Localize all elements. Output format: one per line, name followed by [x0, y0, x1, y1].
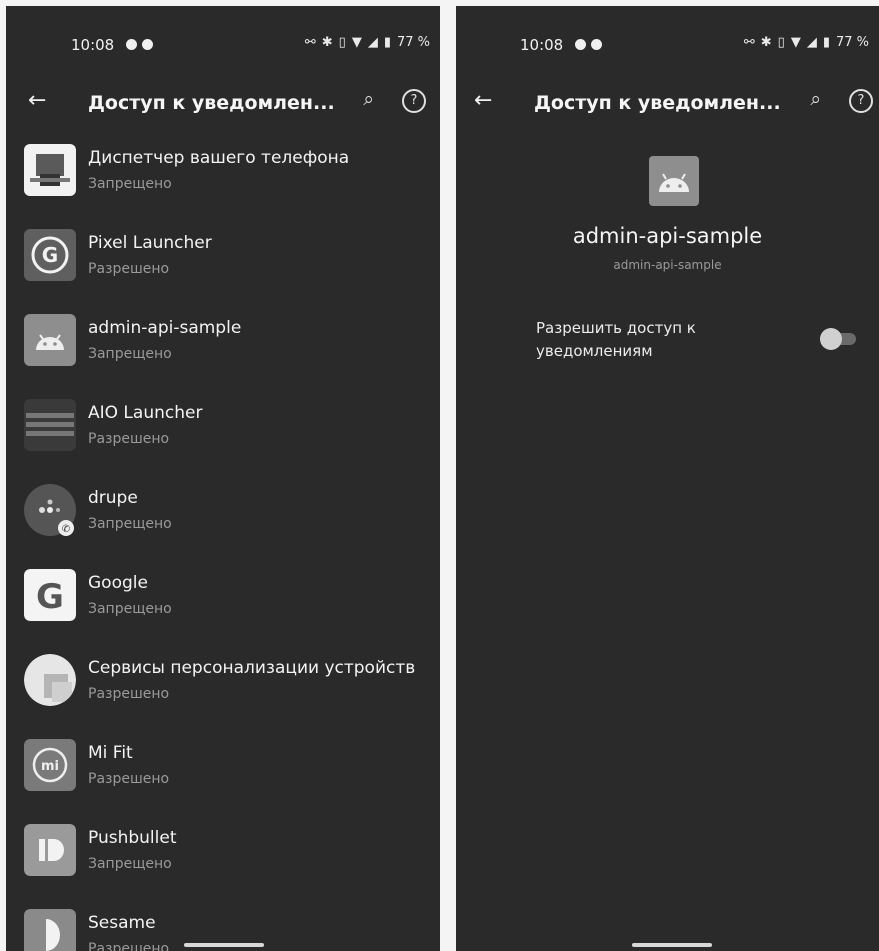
- status-bar: 10:08 ⚯ ✱ ▯ ▼ ◢ ▮ 77 %: [6, 6, 440, 86]
- app-name: Mi Fit: [88, 743, 133, 763]
- personalization-icon: [24, 654, 76, 706]
- app-name: Google: [88, 573, 148, 593]
- help-icon[interactable]: ?: [849, 89, 873, 113]
- aio-launcher-icon: [24, 399, 76, 451]
- list-item[interactable]: mi Mi Fit Разрешено: [6, 731, 440, 816]
- battery-icon: ▮: [822, 35, 830, 50]
- list-item[interactable]: AIO Launcher Разрешено: [6, 391, 440, 476]
- app-name: Pushbullet: [88, 828, 177, 848]
- app-name: drupe: [88, 488, 138, 508]
- app-package-name: admin-api-sample: [613, 258, 722, 272]
- drupe-icon: ✆: [24, 484, 76, 536]
- app-name: Диспетчер вашего телефона: [88, 148, 350, 168]
- mi-fit-icon: mi: [24, 739, 76, 791]
- notification-access-label: Разрешить доступ к уведомлениям: [536, 319, 696, 360]
- svg-text:G: G: [36, 577, 64, 617]
- search-icon[interactable]: ⌕: [363, 88, 374, 110]
- notification-icons: [575, 39, 602, 50]
- app-status: Разрешено: [88, 686, 170, 702]
- gesture-nav-handle[interactable]: [184, 943, 264, 947]
- bluetooth-icon: ✱: [321, 35, 333, 50]
- back-arrow-icon[interactable]: ←: [474, 88, 492, 113]
- phone-link-icon: [24, 144, 76, 196]
- help-icon[interactable]: ?: [402, 89, 426, 113]
- wifi-icon: ▼: [351, 35, 362, 50]
- page-title: Доступ к уведомлен...: [88, 92, 335, 114]
- search-icon[interactable]: ⌕: [810, 88, 821, 110]
- app-name: AIO Launcher: [88, 403, 203, 423]
- list-item[interactable]: admin-api-sample Запрещено: [6, 306, 440, 391]
- status-bar: 10:08 ⚯ ✱ ▯ ▼ ◢ ▮ 77 %: [456, 6, 879, 86]
- notification-icons: [126, 39, 153, 50]
- app-status: Разрешено: [88, 771, 170, 787]
- list-item[interactable]: G Pixel Launcher Разрешено: [6, 221, 440, 306]
- wifi-icon: ▼: [790, 35, 801, 50]
- bluetooth-icon: ✱: [760, 35, 772, 50]
- status-time: 10:08: [71, 36, 115, 54]
- back-arrow-icon[interactable]: ←: [28, 88, 46, 113]
- list-item[interactable]: G Google Запрещено: [6, 561, 440, 646]
- google-g-icon: G: [24, 229, 76, 281]
- svg-text:G: G: [42, 243, 58, 267]
- status-time: 10:08: [520, 36, 564, 54]
- google-icon: G: [24, 569, 76, 621]
- app-status: Запрещено: [88, 856, 172, 872]
- app-status: Разрешено: [88, 431, 170, 447]
- page-title: Доступ к уведомлен...: [534, 92, 781, 114]
- svg-text:mi: mi: [41, 759, 59, 774]
- battery-percent: 77 %: [835, 35, 869, 50]
- app-name: admin-api-sample: [88, 318, 242, 338]
- app-name: Sesame: [88, 913, 156, 933]
- list-item[interactable]: Pushbullet Запрещено: [6, 816, 440, 901]
- signal-icon: ◢: [367, 35, 378, 50]
- gesture-nav-handle[interactable]: [632, 943, 712, 947]
- toggle-thumb: [820, 328, 842, 350]
- battery-percent: 77 %: [396, 35, 430, 50]
- app-status: Запрещено: [88, 176, 172, 192]
- vibrate-icon: ▯: [777, 35, 785, 50]
- link-icon: ⚯: [304, 35, 316, 50]
- list-item[interactable]: Сервисы персонализации устройств Разреше…: [6, 646, 440, 731]
- app-name: Pixel Launcher: [88, 233, 212, 253]
- app-status: Разрешено: [88, 941, 170, 951]
- sesame-icon: [24, 909, 76, 951]
- svg-text:✆: ✆: [62, 524, 70, 535]
- vibrate-icon: ▯: [338, 35, 346, 50]
- list-item[interactable]: Диспетчер вашего телефона Запрещено: [6, 136, 440, 221]
- signal-icon: ◢: [806, 35, 817, 50]
- app-status: Запрещено: [88, 516, 172, 532]
- app-bar: ← Доступ к уведомлен... ⌕ ?: [6, 80, 440, 128]
- pushbullet-icon: [24, 824, 76, 876]
- app-notification-access-detail-screen: 10:08 ⚯ ✱ ▯ ▼ ◢ ▮ 77 % ← Доступ к уведом…: [456, 6, 879, 951]
- notification-access-toggle[interactable]: [820, 328, 858, 350]
- android-icon: [24, 314, 76, 366]
- notification-access-list-screen: 10:08 ⚯ ✱ ▯ ▼ ◢ ▮ 77 % ← Доступ к уведом…: [6, 6, 440, 951]
- system-status-icons: ⚯ ✱ ▯ ▼ ◢ ▮ 77 %: [744, 35, 869, 50]
- system-status-icons: ⚯ ✱ ▯ ▼ ◢ ▮ 77 %: [305, 35, 430, 50]
- app-status: Разрешено: [88, 261, 170, 277]
- app-bar: ← Доступ к уведомлен... ⌕ ?: [456, 80, 879, 128]
- app-icon-android: [649, 156, 699, 206]
- link-icon: ⚯: [743, 35, 755, 50]
- app-name-heading: admin-api-sample: [572, 224, 763, 248]
- app-list: Диспетчер вашего телефона Запрещено G Pi…: [6, 136, 440, 951]
- list-item[interactable]: ✆ drupe Запрещено: [6, 476, 440, 561]
- battery-icon: ▮: [383, 35, 391, 50]
- app-status: Запрещено: [88, 601, 172, 617]
- app-name: Сервисы персонализации устройств: [88, 658, 416, 678]
- app-status: Запрещено: [88, 346, 172, 362]
